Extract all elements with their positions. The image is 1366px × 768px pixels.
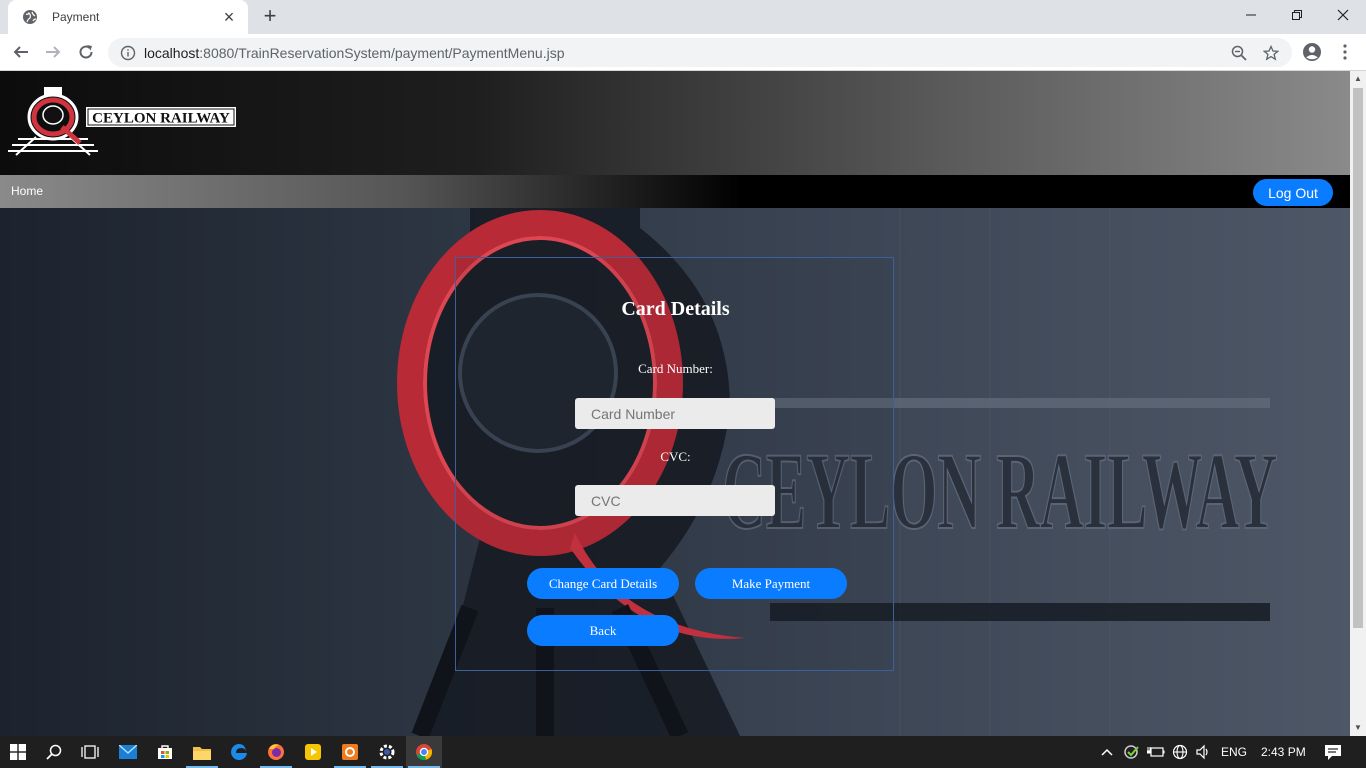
- zoom-button[interactable]: [1226, 38, 1252, 67]
- taskbar-mail[interactable]: [110, 736, 146, 768]
- menu-button[interactable]: [1332, 39, 1358, 65]
- scroll-up-icon[interactable]: ▲: [1350, 71, 1366, 87]
- arrow-right-icon: [46, 46, 61, 58]
- edge-icon: [231, 744, 247, 760]
- scroll-thumb[interactable]: [1353, 88, 1363, 628]
- tray-security[interactable]: [1120, 736, 1144, 768]
- new-tab-button[interactable]: +: [258, 5, 282, 29]
- bookmark-button[interactable]: [1258, 38, 1284, 67]
- taskbar-file-explorer[interactable]: [184, 736, 220, 768]
- tray-language[interactable]: ENG: [1221, 736, 1247, 768]
- chevron-up-icon: [1101, 748, 1113, 756]
- close-tab-icon[interactable]: ×: [220, 8, 238, 26]
- minimize-icon: [1246, 14, 1256, 16]
- chrome-icon: [416, 744, 433, 761]
- page-viewport: CEYLON RAILWAY Home Log Out CEYLON RAILW…: [0, 71, 1350, 736]
- address-bar[interactable]: localhost:8080/TrainReservationSystem/pa…: [108, 38, 1292, 67]
- tray-power[interactable]: [1144, 736, 1168, 768]
- folder-icon: [193, 746, 211, 760]
- site-header: CEYLON RAILWAY: [0, 71, 1350, 175]
- reload-icon: [79, 45, 93, 59]
- browser-tab[interactable]: Payment ×: [8, 0, 248, 34]
- globe-icon: [23, 10, 37, 24]
- tray-clock[interactable]: 2:43 PM: [1261, 736, 1306, 768]
- nav-home-link[interactable]: Home: [11, 184, 43, 198]
- restore-icon: [1292, 10, 1302, 20]
- account-icon: [1303, 43, 1321, 61]
- hero-section: CEYLON RAILWAY Card Details Card Number:…: [0, 208, 1350, 736]
- card-number-input[interactable]: [575, 398, 775, 429]
- taskbar-app-gear[interactable]: [369, 736, 405, 768]
- card-details-form: Card Details Card Number: CVC: Change Ca…: [455, 257, 894, 671]
- logo-text: CEYLON RAILWAY: [92, 111, 230, 127]
- taskbar-edge[interactable]: [221, 736, 257, 768]
- search-icon: [46, 744, 62, 760]
- scroll-down-icon[interactable]: ▼: [1350, 720, 1366, 736]
- cvc-input[interactable]: [575, 485, 775, 516]
- shield-check-icon: [1124, 745, 1139, 759]
- browser-tab-strip: Payment × +: [0, 0, 1366, 34]
- windows-logo-icon: [10, 744, 26, 760]
- minimize-button[interactable]: [1228, 0, 1274, 30]
- cvc-label: CVC:: [660, 449, 691, 464]
- firefox-icon: [268, 744, 284, 760]
- store-icon: [158, 745, 172, 759]
- gear-icon: [379, 744, 395, 760]
- taskbar-app-orange[interactable]: [332, 736, 368, 768]
- globe-network-icon: [1172, 744, 1188, 760]
- start-button[interactable]: [0, 736, 36, 768]
- forward-nav-button[interactable]: [40, 39, 66, 65]
- windows-taskbar: ENG 2:43 PM: [0, 736, 1366, 768]
- page-scrollbar[interactable]: ▲ ▼: [1350, 71, 1366, 736]
- restore-button[interactable]: [1274, 0, 1320, 30]
- make-payment-button[interactable]: Make Payment: [695, 568, 847, 599]
- media-player-icon: [305, 744, 321, 760]
- site-navbar: Home Log Out: [0, 175, 1350, 208]
- back-button[interactable]: Back: [527, 615, 679, 646]
- info-icon[interactable]: [120, 45, 136, 61]
- back-nav-button[interactable]: [8, 39, 34, 65]
- task-view-icon: [81, 745, 99, 759]
- star-icon: [1263, 44, 1279, 61]
- close-window-button[interactable]: [1320, 0, 1366, 30]
- ceylon-railway-logo[interactable]: CEYLON RAILWAY: [6, 85, 238, 157]
- action-center-button[interactable]: [1318, 736, 1348, 768]
- card-details-title: Card Details: [621, 298, 730, 320]
- taskbar-firefox[interactable]: [258, 736, 294, 768]
- close-icon: [1337, 9, 1349, 21]
- card-number-label: Card Number:: [638, 361, 713, 376]
- task-view-button[interactable]: [72, 736, 108, 768]
- reload-button[interactable]: [73, 39, 99, 65]
- taskbar-store[interactable]: [147, 736, 183, 768]
- profile-button[interactable]: [1299, 39, 1325, 65]
- tab-title: Payment: [52, 10, 100, 24]
- zoom-out-icon: [1231, 45, 1247, 61]
- browser-toolbar: localhost:8080/TrainReservationSystem/pa…: [0, 34, 1366, 71]
- orange-app-icon: [342, 744, 358, 760]
- tray-network[interactable]: [1168, 736, 1192, 768]
- logout-button[interactable]: Log Out: [1253, 179, 1333, 206]
- mail-icon: [119, 745, 137, 759]
- battery-plug-icon: [1147, 747, 1165, 757]
- show-hidden-icons[interactable]: [1095, 736, 1119, 768]
- change-card-details-button[interactable]: Change Card Details: [527, 568, 679, 599]
- taskbar-media-player[interactable]: [295, 736, 331, 768]
- notification-icon: [1325, 744, 1341, 760]
- arrow-left-icon: [13, 46, 28, 58]
- search-button[interactable]: [36, 736, 72, 768]
- speaker-icon: [1196, 744, 1208, 760]
- kebab-menu-icon: [1343, 44, 1347, 60]
- url-text: localhost:8080/TrainReservationSystem/pa…: [144, 44, 565, 61]
- tray-volume[interactable]: [1192, 736, 1216, 768]
- taskbar-chrome[interactable]: [406, 736, 442, 768]
